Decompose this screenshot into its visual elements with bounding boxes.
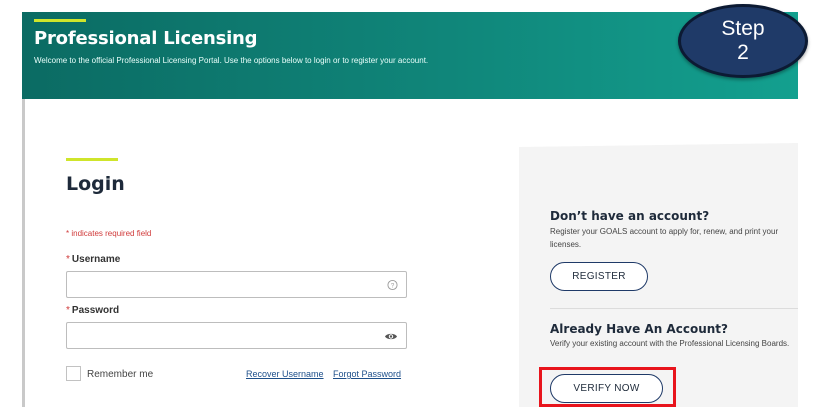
help-circle-icon[interactable]: ? [387, 275, 398, 294]
page-subtitle: Welcome to the official Professional Lic… [34, 56, 429, 65]
verify-heading: Already Have An Account? [550, 322, 728, 336]
step-callout-number: 2 [737, 41, 749, 64]
panel-divider [550, 308, 798, 309]
register-heading: Don’t have an account? [550, 209, 710, 223]
required-star: * [66, 305, 70, 316]
register-description: Register your GOALS account to apply for… [550, 227, 779, 249]
step-callout: Step 2 [678, 4, 808, 78]
header-accent-bar [34, 19, 86, 22]
register-button[interactable]: REGISTER [550, 262, 648, 291]
left-border-rule [22, 99, 25, 407]
login-title: Login [66, 173, 125, 195]
remember-me-label[interactable]: Remember me [87, 369, 153, 380]
remember-me-checkbox[interactable] [66, 366, 81, 381]
password-label-text: Password [71, 305, 120, 316]
password-field[interactable] [66, 322, 407, 349]
page-title: Professional Licensing [34, 28, 258, 49]
username-field[interactable]: ? [66, 271, 407, 298]
login-accent-bar [66, 158, 118, 161]
forgot-password-link[interactable]: Forgot Password [333, 369, 401, 379]
username-label: * Username [66, 254, 120, 265]
eye-icon[interactable] [384, 326, 398, 345]
required-field-note: * indicates required field [66, 229, 152, 238]
svg-text:?: ? [391, 282, 395, 289]
username-label-text: Username [71, 254, 121, 265]
recover-username-link[interactable]: Recover Username [246, 369, 324, 379]
password-label: * Password [66, 305, 119, 316]
required-star: * [66, 254, 70, 265]
verify-description: Verify your existing account with the Pr… [550, 339, 790, 348]
step-callout-label: Step [721, 17, 765, 40]
verify-highlight-box [539, 367, 676, 407]
